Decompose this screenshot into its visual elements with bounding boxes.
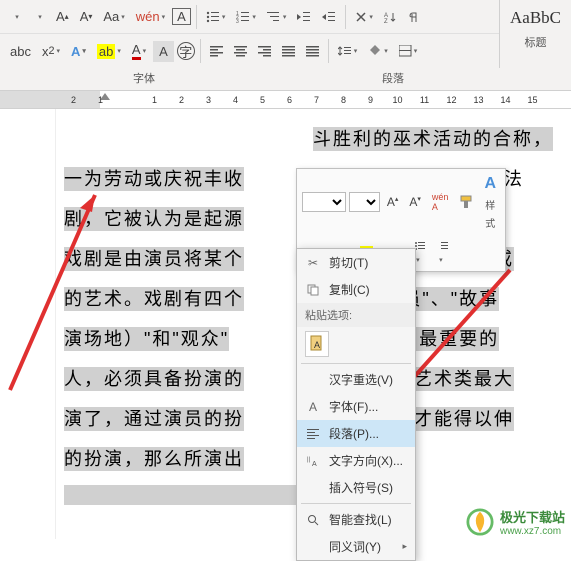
menu-separator xyxy=(301,363,411,364)
watermark-logo-icon xyxy=(466,508,494,536)
shading-button[interactable] xyxy=(364,42,392,60)
menu-hanzi-reselect[interactable]: 汉字重选(V) xyxy=(297,366,415,393)
multilevel-list-button[interactable] xyxy=(263,8,291,26)
watermark-text: 极光下载站 xyxy=(500,507,565,526)
left-margin xyxy=(0,109,56,539)
mini-numbering[interactable] xyxy=(433,238,453,268)
svg-text:A: A xyxy=(312,461,317,467)
menu-insert-symbol[interactable]: 插入符号(S) xyxy=(297,474,415,501)
svg-text:||: || xyxy=(307,457,311,463)
separator xyxy=(200,39,201,63)
mini-phonetic[interactable]: wénA xyxy=(428,189,453,215)
line-spacing-button[interactable] xyxy=(334,42,362,60)
svg-text:A: A xyxy=(314,340,320,350)
mini-font-family[interactable] xyxy=(302,192,346,212)
mini-styles-button[interactable]: A xyxy=(480,172,500,196)
show-marks-button[interactable] xyxy=(403,8,423,26)
mini-shrink-font[interactable]: A▾ xyxy=(405,192,425,212)
style-gallery-item[interactable]: AaBbC 标题 xyxy=(499,0,571,68)
copy-icon xyxy=(305,284,321,296)
mini-format-painter[interactable] xyxy=(455,192,477,212)
align-justify-button[interactable] xyxy=(278,43,299,60)
font-a-icon: A xyxy=(305,400,321,414)
font-size-dropdown[interactable] xyxy=(29,10,49,24)
style-preview-text: AaBbC xyxy=(500,8,571,28)
svg-text:Z: Z xyxy=(384,19,388,23)
strikethrough-button[interactable]: x2 xyxy=(38,41,64,62)
menu-paragraph[interactable]: 段落(P)... xyxy=(297,420,415,447)
text-effects-button[interactable]: A xyxy=(67,41,90,62)
menu-copy[interactable]: 复制(C) xyxy=(297,276,415,303)
watermark-url: www.xz7.com xyxy=(500,526,565,537)
highlight-button[interactable]: ab xyxy=(93,41,125,62)
enclose-char-button[interactable]: 字 xyxy=(177,42,195,60)
char-border-button[interactable]: A xyxy=(172,8,191,25)
watermark: 极光下载站 www.xz7.com xyxy=(466,507,565,537)
char-shading-button[interactable]: A xyxy=(153,41,174,62)
paragraph-lines-icon xyxy=(305,429,321,439)
mini-grow-font[interactable]: A▴ xyxy=(383,192,403,212)
context-menu: ✂剪切(T) 复制(C) 粘贴选项: A 汉字重选(V) A字体(F)... 段… xyxy=(296,248,416,561)
mini-styles-label: 样式 xyxy=(485,201,495,230)
font-group-label: 字体 xyxy=(0,70,288,86)
paste-options-header: 粘贴选项: xyxy=(297,303,415,327)
svg-text:3: 3 xyxy=(236,19,239,23)
scissors-icon: ✂ xyxy=(305,256,321,270)
separator xyxy=(345,5,346,29)
borders-button[interactable] xyxy=(395,42,422,60)
clear-formatting-button[interactable]: abc xyxy=(6,41,35,62)
horizontal-ruler[interactable]: 21123456789101112131415 xyxy=(0,91,571,109)
font-family-dropdown[interactable] xyxy=(6,10,26,24)
sort-button[interactable]: AZ xyxy=(380,8,400,26)
phonetic-guide-button[interactable]: wén xyxy=(132,6,169,27)
text-direction-icon: ||A xyxy=(305,455,321,467)
mini-font-size[interactable] xyxy=(349,192,380,212)
numbering-button[interactable]: 123 xyxy=(232,8,260,26)
align-right-button[interactable] xyxy=(254,43,275,60)
menu-separator xyxy=(301,503,411,504)
menu-smart-lookup[interactable]: 智能查找(L) xyxy=(297,506,415,533)
align-distribute-button[interactable] xyxy=(302,43,323,60)
grow-font-button[interactable]: A▴ xyxy=(52,6,73,27)
asian-layout-button[interactable] xyxy=(351,8,377,26)
increase-indent-button[interactable] xyxy=(318,8,340,26)
change-case-button[interactable]: Aa xyxy=(99,6,128,27)
menu-cut[interactable]: ✂剪切(T) xyxy=(297,249,415,276)
shrink-font-button[interactable]: A▾ xyxy=(76,6,97,27)
paragraph-group-label: 段落 xyxy=(288,70,498,86)
menu-font[interactable]: A字体(F)... xyxy=(297,393,415,420)
bullets-button[interactable] xyxy=(202,8,230,26)
separator xyxy=(328,39,329,63)
decrease-indent-button[interactable] xyxy=(293,8,315,26)
align-left-button[interactable] xyxy=(206,43,227,60)
separator xyxy=(196,5,197,29)
style-name-label: 标题 xyxy=(500,34,571,50)
search-icon xyxy=(305,514,321,526)
font-color-button[interactable]: A xyxy=(128,39,150,63)
menu-text-direction[interactable]: ||A文字方向(X)... xyxy=(297,447,415,474)
paste-keep-text-icon[interactable]: A xyxy=(305,331,329,357)
align-center-button[interactable] xyxy=(230,43,251,60)
menu-synonyms[interactable]: 同义词(Y)▸ xyxy=(297,533,415,560)
